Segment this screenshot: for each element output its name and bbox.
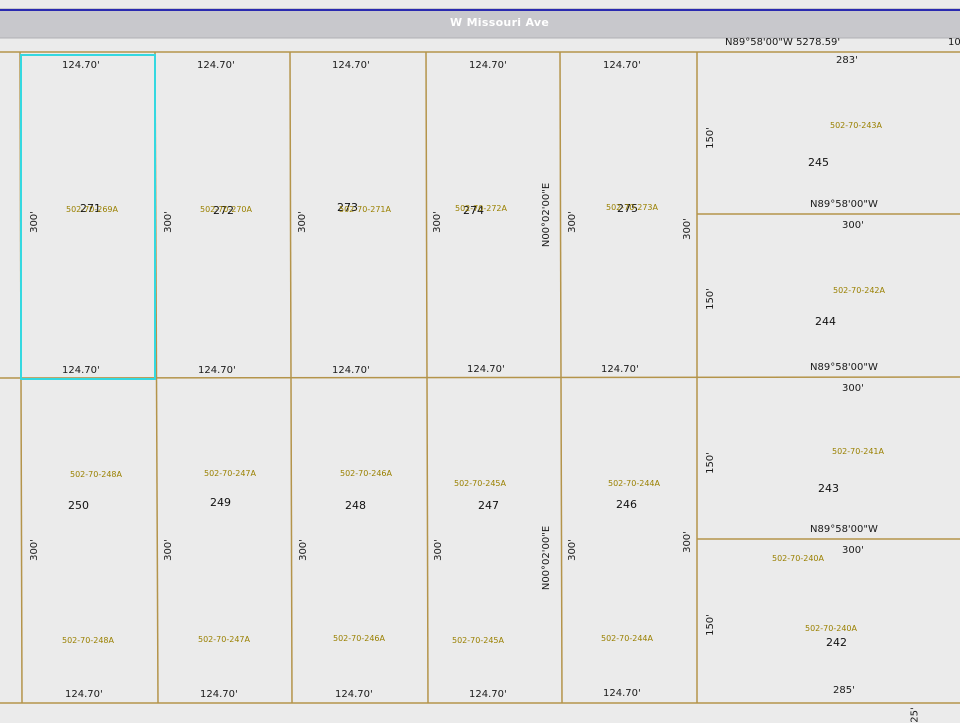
parcel-bearing-below: N89°58'00"W [810,199,878,210]
parcel-apn-secondary: 502-70-248A [62,636,114,645]
parcel-lines-layer [0,8,960,704]
parcel-dimension-bottom: 285' [833,685,855,696]
parcel-dimension-top: 300' [842,545,864,556]
parcel-apn: 502-70-271A [339,205,391,214]
lot-line-vertical [289,51,293,704]
parcel-dimension-side: 300' [297,539,309,561]
parcel-dimension-top: 124.70' [197,60,235,71]
parcel-dimension-side: 300' [296,211,308,233]
parcel-dimension-side: 300' [431,211,443,233]
parcel-bearing-below: N89°58'00"W [810,524,878,535]
parcel-apn: 502-70-246A [340,469,392,478]
parcel-dimension-bottom: 124.70' [198,365,236,376]
parcel-apn-top: 502-70-240A [772,554,824,563]
parcel-map[interactable]: W Missouri Ave N89°58'00"W 5278.59' 10 2… [0,0,960,723]
parcel-dimension-top: 283' [836,55,858,66]
parcel-dimension-bottom: 124.70' [62,365,100,376]
road-name: W Missouri Ave [450,16,550,29]
parcel-apn: 502-70-241A [832,447,884,456]
right-block-side-bottom: 300' [681,531,693,553]
parcel-apn: 502-70-269A [66,205,118,214]
parcel-dimension-side: 150' [704,127,716,149]
parcel-apn: 502-70-248A [70,470,122,479]
boundary-line-middle [0,376,960,379]
parcel-dimension-bottom: 124.70' [603,688,641,699]
parcel-apn: 502-70-273A [606,203,658,212]
parcel-dimension-top: 124.70' [62,60,100,71]
parcel-dimension-bottom: 124.70' [65,689,103,700]
parcel-apn: 502-70-245A [454,479,506,488]
lot-line-vertical [559,51,563,704]
edge-label-bottom: 25' [909,707,921,723]
parcel-apn: 502-70-242A [833,286,885,295]
parcel-dimension-top: 300' [842,383,864,394]
parcel-number: 245 [808,156,829,169]
parcel-dimension-side: 300' [162,539,174,561]
parcel-dimension-side: 300' [28,539,40,561]
parcel-apn: 502-70-244A [608,479,660,488]
parcel-apn: 502-70-240A [805,624,857,633]
parcel-dimension-top: 124.70' [332,60,370,71]
parcel-dimension-side: 300' [566,211,578,233]
parcel-dimension-side: 150' [704,614,716,636]
lot-line-vertical [425,51,429,704]
parcel-selection-highlight [20,54,156,380]
parcel-dimension-side: 150' [704,288,716,310]
road-bearing-label: N89°58'00"W 5278.59' [725,37,841,48]
parcel-dimension-side: 300' [28,211,40,233]
vertical-bearing-label-top: N00°02'00"E [541,182,553,248]
parcel-apn-secondary: 502-70-245A [452,636,504,645]
parcel-number: 246 [616,498,637,511]
parcel-dimension-side: 300' [566,539,578,561]
parcel-number: 242 [826,636,847,649]
parcel-number: 248 [345,499,366,512]
parcel-dimension-top: 124.70' [603,60,641,71]
parcel-number: 249 [210,496,231,509]
parcel-apn: 502-70-247A [204,469,256,478]
parcel-dimension-bottom: 124.70' [469,689,507,700]
parcel-number: 247 [478,499,499,512]
parcel-dimension-top: 300' [842,220,864,231]
parcel-number: 244 [815,315,836,328]
parcel-dimension-bottom: 124.70' [335,689,373,700]
edge-label-top: 10 [948,37,960,48]
parcel-dimension-bottom: 124.70' [467,364,505,375]
right-block-side-top: 300' [681,218,693,240]
parcel-apn-secondary: 502-70-244A [601,634,653,643]
parcel-dimension-bottom: 124.70' [601,364,639,375]
parcel-apn: 502-70-272A [455,204,507,213]
parcel-dimension-side: 150' [704,452,716,474]
vertical-bearing-label-bottom: N00°02'00"E [541,525,553,591]
parcel-dimension-bottom: 124.70' [332,365,370,376]
parcel-number: 243 [818,482,839,495]
parcel-dimension-side: 300' [162,211,174,233]
parcel-dimension-top: 124.70' [469,60,507,71]
parcel-number: 250 [68,499,89,512]
parcel-apn: 502-70-243A [830,121,882,130]
parcel-apn: 502-70-270A [200,205,252,214]
parcel-bearing-below: N89°58'00"W [810,362,878,373]
parcel-apn-secondary: 502-70-246A [333,634,385,643]
parcel-dimension-bottom: 124.70' [200,689,238,700]
parcel-dimension-side: 300' [432,539,444,561]
parcel-apn-secondary: 502-70-247A [198,635,250,644]
